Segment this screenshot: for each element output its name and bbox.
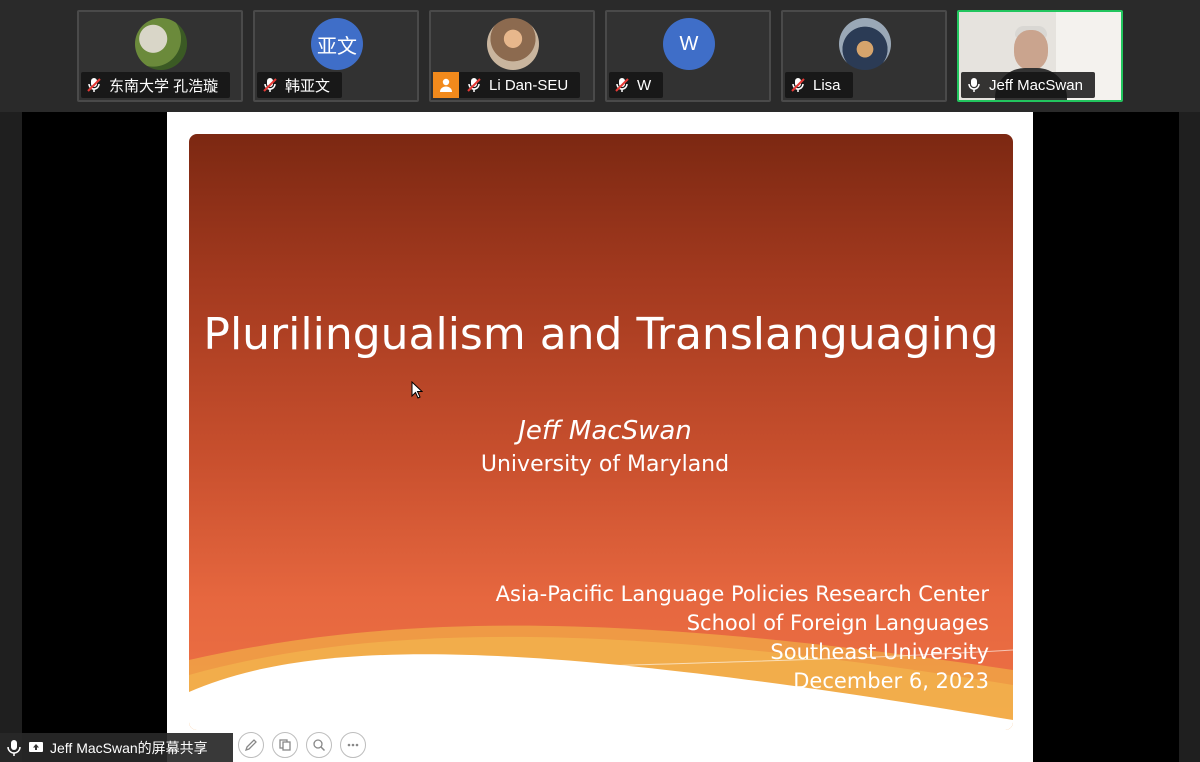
participant-avatar	[135, 18, 187, 70]
mic-icon	[965, 76, 983, 94]
mic-muted-icon	[789, 76, 807, 94]
participant-tile[interactable]: 亚文 韩亚文	[253, 10, 419, 102]
slide-event-details: Asia-Pacific Language Policies Research …	[496, 580, 989, 696]
mic-muted-icon	[465, 76, 483, 94]
participant-name: Li Dan-SEU	[489, 76, 569, 94]
participant-nameplate: Jeff MacSwan	[961, 72, 1095, 98]
participant-tile[interactable]: Li Dan-SEU	[429, 10, 595, 102]
slide-university: Southeast University	[770, 640, 989, 664]
participant-name: 韩亚文	[285, 77, 331, 95]
participant-nameplate: W	[609, 72, 664, 98]
participant-avatar	[839, 18, 891, 70]
annotation-toolbar	[238, 732, 366, 758]
slide-center: Asia-Pacific Language Policies Research …	[495, 582, 989, 606]
participant-name: 东南大学 孔浩璇	[109, 77, 219, 95]
participant-avatar: 亚文	[311, 18, 363, 70]
mic-muted-icon	[261, 76, 279, 94]
participant-avatar	[487, 18, 539, 70]
mouse-cursor-icon	[411, 381, 423, 399]
participant-nameplate: Lisa	[785, 72, 853, 98]
participant-tile[interactable]: Lisa	[781, 10, 947, 102]
presentation-slide: Plurilingualism and Translanguaging Jeff…	[189, 134, 1013, 730]
participant-strip: 东南大学 孔浩璇 亚文 韩亚文 Li Dan-SEU W W Lisa Jeff…	[0, 0, 1200, 112]
participant-avatar: W	[663, 18, 715, 70]
screen-share-indicator[interactable]: Jeff MacSwan的屏幕共享	[0, 733, 233, 762]
slide-author: Jeff MacSwan	[518, 416, 692, 446]
participant-tile-active-speaker[interactable]: Jeff MacSwan	[957, 10, 1123, 102]
screen-share-icon	[28, 741, 44, 755]
slide-title: Plurilingualism and Translanguaging	[203, 309, 999, 360]
participant-tile[interactable]: W W	[605, 10, 771, 102]
mic-muted-icon	[613, 76, 631, 94]
participant-nameplate: 韩亚文	[257, 72, 343, 98]
mic-icon	[6, 739, 22, 757]
participant-tile[interactable]: 东南大学 孔浩璇	[77, 10, 243, 102]
copy-icon[interactable]	[272, 732, 298, 758]
participant-nameplate: Li Dan-SEU	[433, 72, 581, 98]
participant-nameplate: 东南大学 孔浩璇	[81, 72, 231, 98]
participant-name: Jeff MacSwan	[989, 76, 1083, 94]
participant-name: W	[637, 76, 652, 94]
pen-icon[interactable]	[238, 732, 264, 758]
screen-share-label: Jeff MacSwan的屏幕共享	[50, 739, 208, 756]
slide-school: School of Foreign Languages	[686, 611, 989, 635]
slide-date: December 6, 2023	[793, 669, 989, 693]
participant-name: Lisa	[813, 76, 841, 94]
more-icon[interactable]	[340, 732, 366, 758]
mic-muted-icon	[85, 76, 103, 94]
slide-affiliation: University of Maryland	[480, 452, 730, 477]
zoom-icon[interactable]	[306, 732, 332, 758]
person-icon	[433, 72, 459, 98]
